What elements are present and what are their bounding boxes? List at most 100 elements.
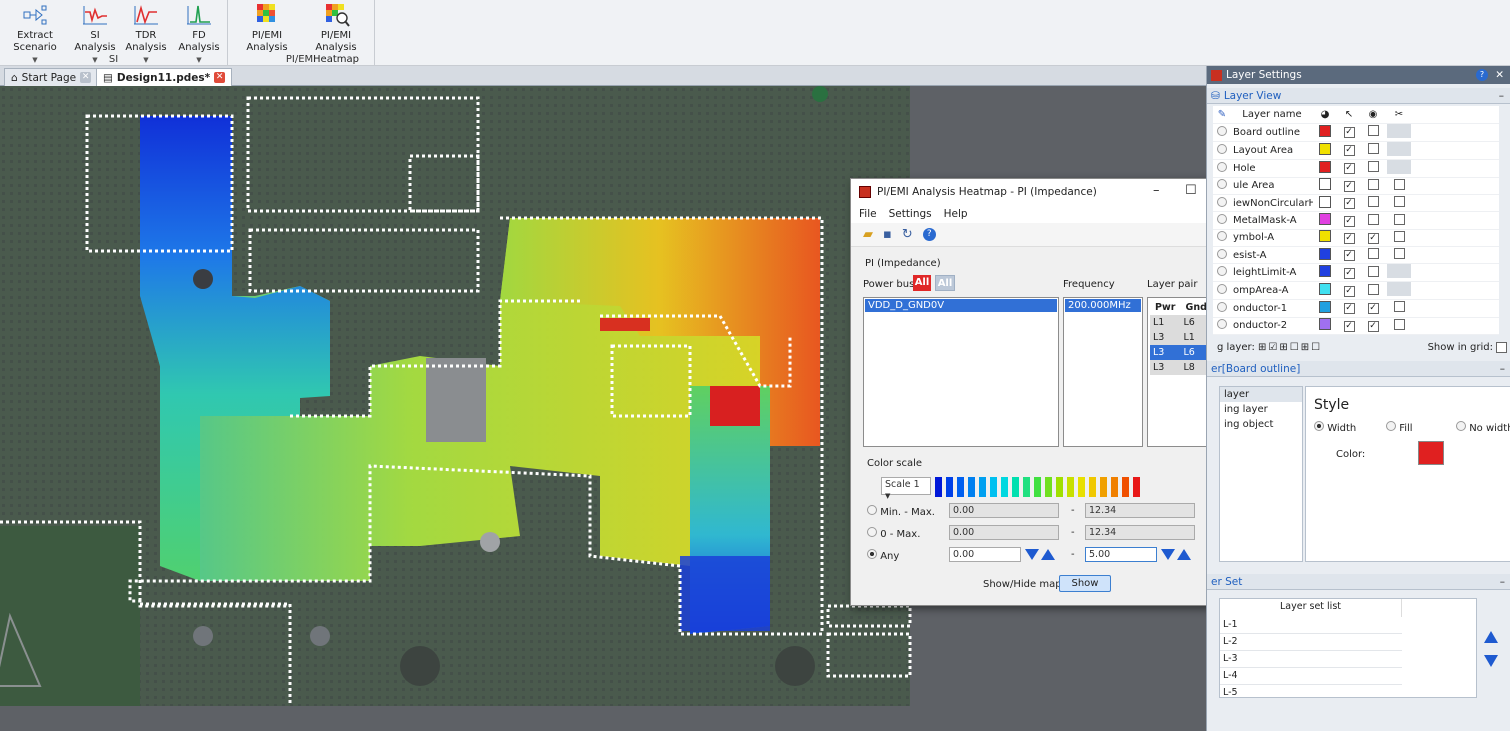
table-row[interactable]: L1 L6: [1150, 315, 1212, 330]
minimize-icon[interactable]: –: [1153, 183, 1160, 198]
list-item[interactable]: L-2: [1220, 634, 1402, 651]
decrement-icon[interactable]: [1025, 548, 1039, 561]
visible-checkbox[interactable]: [1367, 213, 1379, 225]
selectable-checkbox[interactable]: ✓: [1343, 232, 1355, 244]
layer-visible-cell[interactable]: [1361, 123, 1385, 142]
radio[interactable]: [867, 549, 877, 559]
color-scale-swatch[interactable]: [1067, 477, 1074, 497]
layer-color-cell[interactable]: [1313, 246, 1337, 265]
help-icon[interactable]: ?: [922, 228, 936, 241]
layer-color-swatch[interactable]: [1319, 195, 1331, 208]
all-button-active[interactable]: All: [913, 275, 931, 291]
layer-board-outline-header[interactable]: er[Board outline] –: [1207, 361, 1510, 377]
color-scale-swatch[interactable]: [1089, 477, 1096, 497]
layer-visible-cell[interactable]: ✓: [1361, 299, 1385, 318]
save-icon[interactable]: ▪: [883, 227, 892, 242]
layer-print-cell[interactable]: [1385, 194, 1413, 213]
layer-selectable-cell[interactable]: ✓: [1337, 229, 1361, 247]
list-item[interactable]: L-1: [1220, 617, 1402, 634]
radio[interactable]: [867, 527, 877, 537]
layer-row[interactable]: MetalMask-A ✓: [1213, 211, 1499, 230]
radio[interactable]: [1456, 421, 1466, 431]
color-scale-swatch[interactable]: [1133, 477, 1140, 497]
radio[interactable]: [867, 505, 877, 515]
close-icon[interactable]: ✕: [1495, 69, 1504, 81]
layer-selectable-cell[interactable]: ✓: [1337, 246, 1361, 265]
color-scale-swatch[interactable]: [990, 477, 997, 497]
layer-view-header[interactable]: ⛁ Layer View –: [1207, 88, 1510, 104]
range-radio-0[interactable]: Min. - Max.: [867, 505, 935, 518]
list-item[interactable]: L-4: [1220, 668, 1402, 685]
layer-set-list[interactable]: Layer set list L-1 L-2 L-3 L-4 L-5: [1219, 598, 1477, 698]
layer-visible-cell[interactable]: [1361, 263, 1385, 283]
selectable-checkbox[interactable]: ✓: [1343, 320, 1355, 332]
radio[interactable]: [1217, 266, 1227, 277]
layer-color-cell[interactable]: [1313, 281, 1337, 301]
layer-color-cell[interactable]: [1313, 141, 1337, 160]
visible-checkbox[interactable]: [1367, 143, 1379, 155]
print-checkbox[interactable]: [1393, 178, 1405, 190]
radio-selected[interactable]: [1314, 421, 1324, 431]
layer-print-cell[interactable]: [1385, 246, 1413, 265]
layer-print-cell[interactable]: [1385, 317, 1413, 335]
layer-color-swatch[interactable]: [1319, 178, 1331, 191]
layer-row[interactable]: iewNonCircularH ✓: [1213, 194, 1499, 213]
color-scale-swatch[interactable]: [957, 477, 964, 497]
increment-icon[interactable]: [1041, 548, 1055, 561]
layer-active-cell[interactable]: [1213, 141, 1231, 160]
minimize-icon[interactable]: –: [1499, 90, 1504, 102]
layer-color-swatch[interactable]: [1319, 230, 1331, 243]
layer-row[interactable]: ompArea-A ✓: [1213, 281, 1499, 301]
scale-select[interactable]: Scale 1 ▼: [881, 477, 931, 500]
tab-start-page[interactable]: ⌂ Start Page ✕: [4, 68, 99, 86]
radio[interactable]: [1217, 214, 1227, 225]
layer-selectable-cell[interactable]: ✓: [1337, 141, 1361, 160]
style-option-fill[interactable]: Fill: [1386, 421, 1413, 434]
layer-color-swatch[interactable]: [1319, 124, 1331, 137]
layer-print-cell[interactable]: [1385, 263, 1413, 283]
layer-color-cell[interactable]: [1313, 263, 1337, 283]
layer-active-cell[interactable]: [1213, 317, 1231, 335]
layer-row[interactable]: Board outline ✓: [1213, 123, 1499, 142]
layer-visible-cell[interactable]: [1361, 246, 1385, 265]
layer-color-swatch[interactable]: [1319, 283, 1331, 296]
table-row[interactable]: L3 L8: [1150, 360, 1212, 375]
radio[interactable]: [1217, 231, 1227, 242]
radio[interactable]: [1217, 196, 1227, 207]
layer-visible-cell[interactable]: ✓: [1361, 229, 1385, 247]
range-max-input[interactable]: 12.34: [1085, 503, 1195, 518]
selectable-checkbox[interactable]: ✓: [1343, 285, 1355, 297]
range-min-input[interactable]: 0.00: [949, 503, 1059, 518]
range-max-input[interactable]: 12.34: [1085, 525, 1195, 540]
layer-row[interactable]: onductor-1 ✓ ✓: [1213, 299, 1499, 318]
print-checkbox[interactable]: [1393, 301, 1405, 313]
menu-help[interactable]: Help: [944, 208, 968, 220]
selectable-checkbox[interactable]: ✓: [1343, 180, 1355, 192]
layer-color-cell[interactable]: [1313, 211, 1337, 230]
layer-print-cell[interactable]: [1385, 123, 1413, 142]
radio[interactable]: [1217, 161, 1227, 172]
color-scale-swatch[interactable]: [1034, 477, 1041, 497]
color-scale-swatch[interactable]: [1122, 477, 1129, 497]
layer-active-cell[interactable]: [1213, 194, 1231, 213]
radio[interactable]: [1217, 143, 1227, 154]
layer-visible-cell[interactable]: [1361, 159, 1385, 178]
selectable-checkbox[interactable]: ✓: [1343, 215, 1355, 227]
style-option-width[interactable]: Width: [1314, 421, 1356, 434]
layer-selectable-cell[interactable]: ✓: [1337, 263, 1361, 283]
color-scale-swatch[interactable]: [968, 477, 975, 497]
radio[interactable]: [1217, 179, 1227, 190]
all-button-inactive[interactable]: All: [935, 275, 955, 291]
selectable-checkbox[interactable]: ✓: [1343, 127, 1355, 139]
layer-set-header[interactable]: er Set –: [1207, 574, 1510, 590]
layer-selectable-cell[interactable]: ✓: [1337, 281, 1361, 301]
layer-selectable-cell[interactable]: ✓: [1337, 211, 1361, 230]
tree-item-working-layer[interactable]: ing layer: [1220, 402, 1302, 417]
layer-active-cell[interactable]: [1213, 299, 1231, 318]
layer-color-swatch[interactable]: [1319, 247, 1331, 260]
print-checkbox[interactable]: [1393, 230, 1405, 242]
layer-print-cell[interactable]: [1385, 229, 1413, 247]
visible-checkbox[interactable]: ✓: [1367, 232, 1379, 244]
layer-color-cell[interactable]: [1313, 229, 1337, 247]
menu-settings[interactable]: Settings: [889, 208, 932, 220]
